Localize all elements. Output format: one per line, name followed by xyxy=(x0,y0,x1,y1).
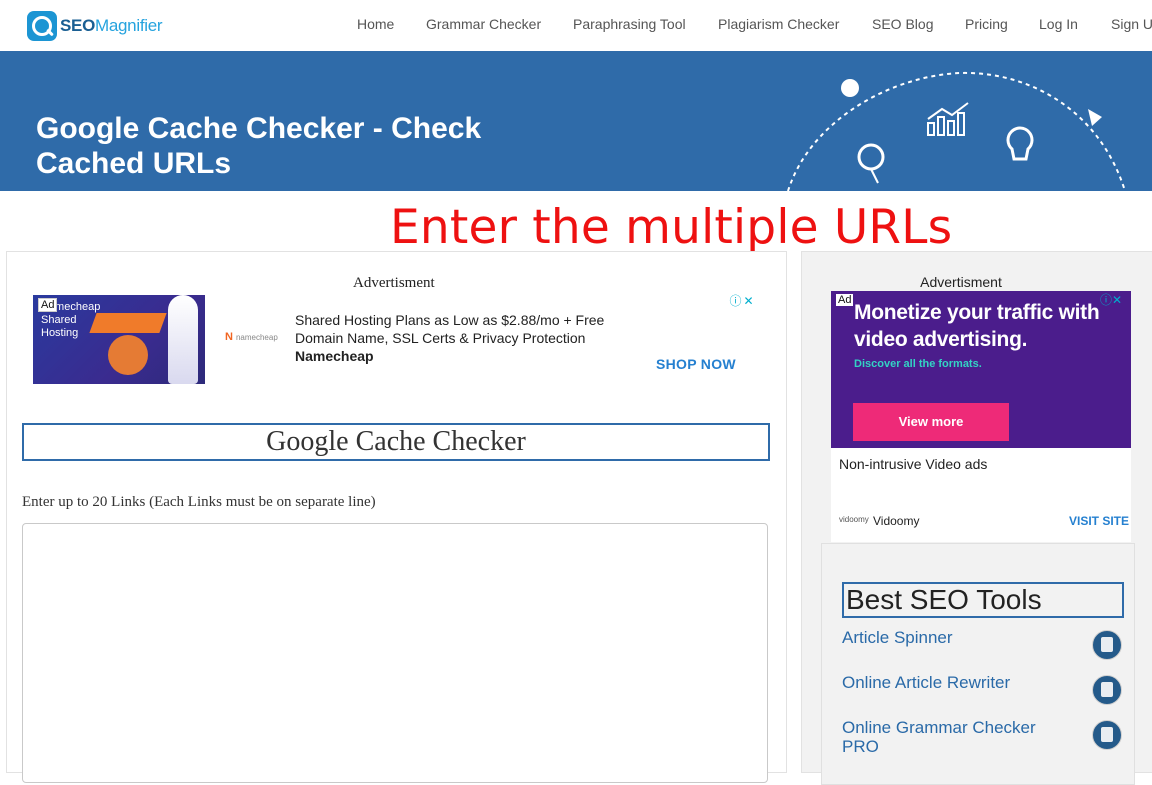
close-icon[interactable]: ✕ xyxy=(742,295,755,308)
nav-link-grammar-checker[interactable]: Grammar Checker xyxy=(426,16,541,32)
nav-link-seo-blog[interactable]: SEO Blog xyxy=(872,16,933,32)
ad-headline: Monetize your traffic with video adverti… xyxy=(854,301,1100,351)
top-nav: SEOMagnifier Home Grammar Checker Paraph… xyxy=(0,0,1152,51)
site-logo[interactable]: SEOMagnifier xyxy=(27,10,163,42)
tool-link-online-article-rewriter[interactable]: Online Article Rewriter xyxy=(842,673,1082,692)
ad-brand[interactable]: Vidoomy xyxy=(873,514,919,528)
tool-title: Google Cache Checker xyxy=(22,423,770,461)
view-more-button[interactable]: View more xyxy=(853,403,1009,441)
page-title: Google Cache Checker - Check Cached URLs xyxy=(36,112,482,180)
ad-subheadline: Discover all the formats. xyxy=(854,358,982,370)
ad-badge: Ad xyxy=(38,298,58,312)
shop-now-button[interactable]: SHOP NOW xyxy=(656,356,736,372)
best-seo-tools: Best SEO Tools Article Spinner Online Ar… xyxy=(821,543,1135,785)
ad-label: Advertisment xyxy=(353,275,435,291)
ad-badge: Ad xyxy=(836,294,854,306)
tool-link-online-grammar-checker-pro[interactable]: Online Grammar Checker PRO xyxy=(842,718,1062,756)
namecheap-ad-image[interactable]: Namecheap Shared Hosting Ad xyxy=(33,295,205,384)
namecheap-logo: Nnamecheap xyxy=(225,331,278,343)
url-input[interactable] xyxy=(22,523,768,783)
ad-controls: ⓘ✕ xyxy=(1100,291,1122,308)
close-icon[interactable]: ✕ xyxy=(1112,293,1122,307)
nav-link-sign-up[interactable]: Sign Up xyxy=(1111,16,1152,32)
annotation-label: Enter the multiple URLs xyxy=(390,200,953,255)
banner-decoration-icon xyxy=(787,71,1126,191)
nav-link-paraphrasing-tool[interactable]: Paraphrasing Tool xyxy=(573,16,686,32)
logo-text-seo: SEO xyxy=(60,16,96,35)
tool-link-article-spinner[interactable]: Article Spinner xyxy=(842,628,1082,647)
namecheap-logo-text: namecheap xyxy=(235,333,278,342)
url-instructions: Enter up to 20 Links (Each Links must be… xyxy=(22,494,376,510)
info-icon[interactable]: ⓘ xyxy=(729,295,742,308)
ad-text[interactable]: Shared Hosting Plans as Low as $2.88/mo … xyxy=(295,311,615,347)
vidoomy-logo: vidoomy xyxy=(839,515,869,524)
nav-link-plagiarism-checker[interactable]: Plagiarism Checker xyxy=(718,16,839,32)
main-panel: Advertisment Namecheap Shared Hosting Ad… xyxy=(6,251,787,783)
nav-link-home[interactable]: Home xyxy=(357,16,394,32)
best-seo-tools-title: Best SEO Tools xyxy=(842,582,1124,618)
logo-text-magnifier: Magnifier xyxy=(95,16,163,35)
info-icon[interactable]: ⓘ xyxy=(1100,293,1112,307)
ad-controls: ⓘ✕ xyxy=(729,294,755,308)
vidoomy-ad[interactable]: Monetize your traffic with video adverti… xyxy=(831,291,1131,542)
article-spinner-icon[interactable] xyxy=(1092,630,1122,660)
magnifier-icon xyxy=(27,11,57,41)
visit-site-button[interactable]: VISIT SITE xyxy=(1069,514,1129,528)
page-banner: Google Cache Checker - Check Cached URLs xyxy=(0,51,1152,191)
ad-brand[interactable]: Namecheap xyxy=(295,348,374,364)
article-rewriter-icon[interactable] xyxy=(1092,675,1122,705)
ad-description[interactable]: Non-intrusive Video ads xyxy=(839,456,987,472)
nav-link-log-in[interactable]: Log In xyxy=(1039,16,1078,32)
vidoomy-ad-image[interactable]: Monetize your traffic with video adverti… xyxy=(831,291,1131,448)
dot-icon xyxy=(841,79,859,97)
sidebar-ad-label: Advertisment xyxy=(920,274,1002,290)
grammar-checker-icon[interactable] xyxy=(1092,720,1122,750)
nav-link-pricing[interactable]: Pricing xyxy=(965,16,1008,32)
sidebar: Advertisment Monetize your traffic with … xyxy=(801,251,1152,785)
